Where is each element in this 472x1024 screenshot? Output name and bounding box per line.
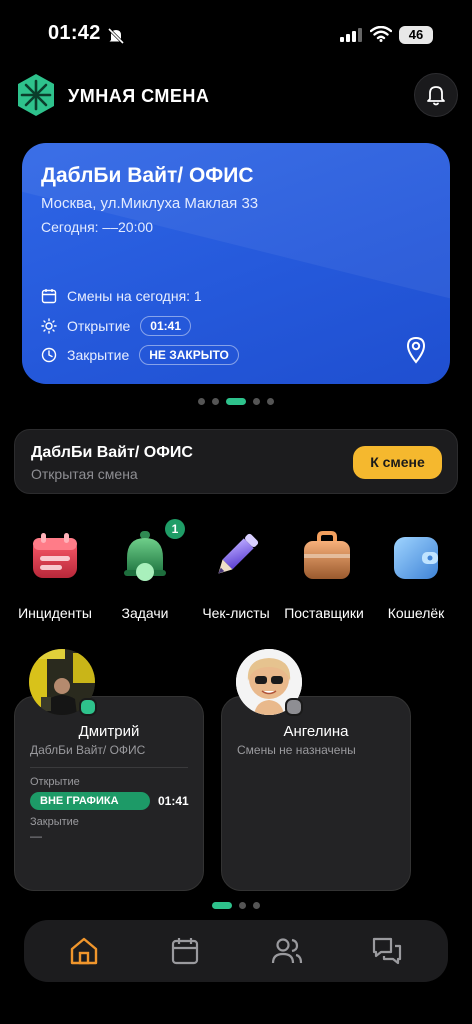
map-pin-icon[interactable] (405, 336, 427, 364)
clock-icon (41, 347, 57, 363)
bottom-navigation (24, 920, 448, 982)
chat-icon (372, 937, 402, 965)
calendar-icon (41, 289, 57, 304)
carousel-dot[interactable] (267, 398, 274, 405)
wallet-action[interactable] (370, 528, 462, 589)
open-shift-title: ДаблБи Вайт/ ОФИС (31, 444, 193, 461)
wallet-icon (394, 537, 438, 579)
shifts-today-row: Смены на сегодня: 1 (41, 288, 202, 304)
shifts-today-label: Смены на сегодня: 1 (67, 288, 202, 304)
carousel-dot-active[interactable] (226, 398, 246, 405)
closing-label: Закрытие (67, 347, 130, 363)
app-title: УМНАЯ СМЕНА (68, 86, 210, 106)
employee-name: Ангелина (283, 723, 349, 740)
employee-card-dmitry[interactable]: Дмитрий ДаблБи Вайт/ ОФИС Открытие ВНЕ Г… (14, 696, 204, 891)
employee-card-angelina[interactable]: Ангелина Смены не назначены (221, 696, 411, 891)
location-address: Москва, ул.Миклуха Маклая 33 (41, 195, 259, 212)
status-time: 01:42 (48, 22, 101, 44)
nav-chat[interactable] (370, 934, 404, 968)
sun-icon (41, 318, 57, 334)
employee-carousel-dot[interactable] (239, 902, 246, 909)
nav-team[interactable] (270, 934, 304, 968)
open-shift-subtitle: Открытая смена (31, 466, 138, 482)
opening-time-pill: 01:41 (140, 316, 191, 336)
bell-icon (427, 86, 445, 106)
checklists-action[interactable] (190, 528, 282, 589)
bell-task-icon (124, 531, 166, 581)
notifications-button[interactable] (414, 73, 458, 117)
suppliers-label: Поставщики (284, 605, 364, 621)
employee-closing-label: Закрытие (30, 816, 79, 828)
employee-carousel-dot-active[interactable] (212, 902, 232, 909)
divider (30, 767, 188, 768)
tasks-badge: 1 (165, 519, 185, 539)
employee-no-shifts: Смены не назначены (237, 743, 356, 757)
battery-indicator: 46 (399, 26, 433, 44)
online-status-indicator (79, 698, 97, 716)
carousel-dot[interactable] (212, 398, 219, 405)
employee-opening-label: Открытие (30, 776, 80, 788)
go-to-shift-button[interactable]: К смене (353, 446, 442, 479)
open-shift-card[interactable]: ДаблБи Вайт/ ОФИС Открытая смена К смене (14, 429, 458, 494)
carousel-dot[interactable] (198, 398, 205, 405)
calendar-icon (171, 938, 199, 965)
home-icon (70, 937, 98, 965)
carousel-dot[interactable] (253, 398, 260, 405)
opening-row: Открытие 01:41 (41, 316, 191, 336)
muted-bell-icon (107, 27, 125, 45)
location-title: ДаблБи Вайт/ ОФИС (41, 164, 254, 187)
closing-row: Закрытие НЕ ЗАКРЫТО (41, 345, 239, 365)
incidents-action[interactable] (9, 528, 101, 589)
offline-status-indicator (285, 698, 303, 716)
incidents-label: Инциденты (18, 605, 92, 621)
employee-carousel-dot[interactable] (253, 902, 260, 909)
checklists-label: Чек-листы (202, 605, 270, 621)
location-today-hours: Сегодня: ––20:00 (41, 219, 154, 235)
pencil-icon (218, 533, 259, 574)
tasks-label: Задачи (121, 605, 169, 621)
employee-closing-value: — (30, 829, 42, 843)
nav-home[interactable] (67, 934, 101, 968)
users-icon (271, 938, 303, 964)
closing-status-pill: НЕ ЗАКРЫТО (139, 345, 239, 365)
bag-icon (304, 531, 350, 579)
opening-label: Открытие (67, 318, 131, 334)
wifi-icon (370, 26, 392, 42)
employee-opening-time: 01:41 (158, 794, 189, 808)
suppliers-action[interactable] (281, 528, 373, 589)
employee-place: ДаблБи Вайт/ ОФИС (30, 743, 146, 757)
calendar-incident-icon (33, 533, 77, 578)
location-card[interactable]: ДаблБи Вайт/ ОФИС Москва, ул.Миклуха Мак… (22, 143, 450, 384)
off-schedule-badge: ВНЕ ГРАФИКА (30, 792, 150, 810)
nav-calendar[interactable] (168, 934, 202, 968)
app-logo-icon (18, 74, 54, 116)
signal-icon (340, 28, 362, 42)
wallet-label: Кошелёк (387, 605, 445, 621)
employee-name: Дмитрий (78, 723, 140, 740)
